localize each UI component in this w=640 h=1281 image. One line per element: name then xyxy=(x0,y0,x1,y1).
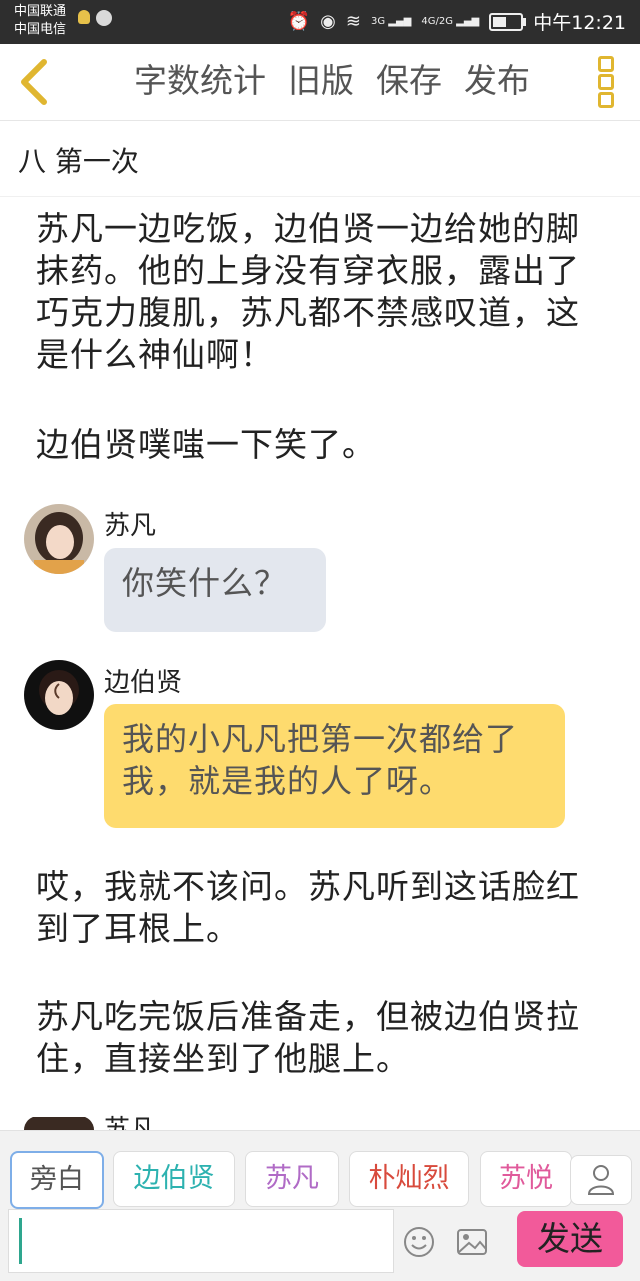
role-label: 旁白 xyxy=(30,1164,84,1195)
wifi-icon: ≋ xyxy=(345,10,361,32)
carrier-2: 中国电信 xyxy=(14,22,67,37)
more-dot-icon xyxy=(598,56,614,72)
narration-paragraph[interactable]: 边伯贤噗嗤一下笑了。 xyxy=(36,424,606,466)
message-bubble[interactable]: 我的小凡凡把第一次都给了我，就是我的人了呀。 xyxy=(104,704,565,828)
message-icon xyxy=(96,10,112,26)
avatar-bian-bo-xian[interactable] xyxy=(24,660,94,730)
emoji-icon[interactable] xyxy=(402,1225,436,1259)
back-button[interactable] xyxy=(14,54,54,110)
narration-paragraph[interactable]: 哎，我就不该问。苏凡听到这话脸红到了耳根上。 xyxy=(36,866,606,950)
role-su-yue[interactable]: 苏悦 xyxy=(480,1151,572,1207)
avatar-su-fan[interactable] xyxy=(24,1116,94,1130)
old-version-button[interactable]: 旧版 xyxy=(288,58,354,104)
user-icon xyxy=(587,1165,615,1195)
role-label: 苏凡 xyxy=(265,1163,319,1194)
message-bubble[interactable]: 你笑什么？ xyxy=(104,548,326,632)
avatar-image xyxy=(24,1117,94,1130)
more-menu-button[interactable] xyxy=(598,56,614,108)
editor-header: 字数统计 旧版 保存 发布 xyxy=(0,44,640,121)
speaker-name: 苏凡 xyxy=(104,1115,157,1130)
more-dot-icon xyxy=(598,74,614,90)
eye-icon: ◉ xyxy=(320,10,336,32)
speaker-name: 边伯贤 xyxy=(104,668,183,698)
avatar-image xyxy=(24,660,94,730)
role-bian-bo-xian[interactable]: 边伯贤 xyxy=(113,1151,235,1207)
more-dot-icon xyxy=(598,92,614,108)
bulb-icon xyxy=(78,10,90,24)
avatar-su-fan[interactable] xyxy=(24,504,94,574)
chevron-left-icon xyxy=(21,59,47,105)
signal-icon-2: 4G/2G ▂▄▆ xyxy=(421,15,480,27)
clock: 中午12:21 xyxy=(533,12,626,34)
role-narrator[interactable]: 旁白 xyxy=(10,1151,104,1209)
alarm-icon: ⏰ xyxy=(287,10,311,32)
battery-icon xyxy=(489,12,527,31)
carrier-info: 中国联通 中国电信 xyxy=(14,3,66,39)
publish-button[interactable]: 发布 xyxy=(464,58,530,104)
composer-bar: 旁白 边伯贤 苏凡 朴灿烈 苏悦 发送 xyxy=(0,1130,640,1281)
avatar-image xyxy=(24,504,94,574)
speaker-name: 苏凡 xyxy=(104,511,157,541)
header-menu: 字数统计 旧版 保存 发布 xyxy=(134,58,530,104)
carrier-1: 中国联通 xyxy=(14,4,67,19)
word-count-button[interactable]: 字数统计 xyxy=(134,58,266,104)
signal-icon-1: 3G ▂▄▆ xyxy=(370,15,412,27)
status-bar: 中国联通 中国电信 ⏰ ◉ ≋ 3G ▂▄▆ 4G/2G ▂▄▆ 中午12:21 xyxy=(0,0,640,44)
add-role-button[interactable] xyxy=(570,1155,632,1205)
image-icon[interactable] xyxy=(455,1225,489,1259)
narration-paragraph[interactable]: 苏凡一边吃饭，边伯贤一边给她的脚抹药。他的上身没有穿衣服，露出了巧克力腹肌，苏凡… xyxy=(36,208,606,376)
text-caret xyxy=(19,1218,22,1264)
role-label: 朴灿烈 xyxy=(368,1163,450,1194)
role-su-fan[interactable]: 苏凡 xyxy=(245,1151,339,1207)
narration-paragraph[interactable]: 苏凡吃完饭后准备走，但被边伯贤拉住，直接坐到了他腿上。 xyxy=(36,996,606,1080)
divider xyxy=(0,196,640,197)
role-label: 苏悦 xyxy=(499,1163,553,1194)
save-button[interactable]: 保存 xyxy=(376,58,442,104)
send-button[interactable]: 发送 xyxy=(517,1211,623,1267)
role-pu-can-lie[interactable]: 朴灿烈 xyxy=(349,1151,469,1207)
message-input[interactable] xyxy=(8,1209,394,1273)
role-label: 边伯贤 xyxy=(133,1163,215,1194)
chapter-title[interactable]: 八 第一次 xyxy=(18,140,139,180)
